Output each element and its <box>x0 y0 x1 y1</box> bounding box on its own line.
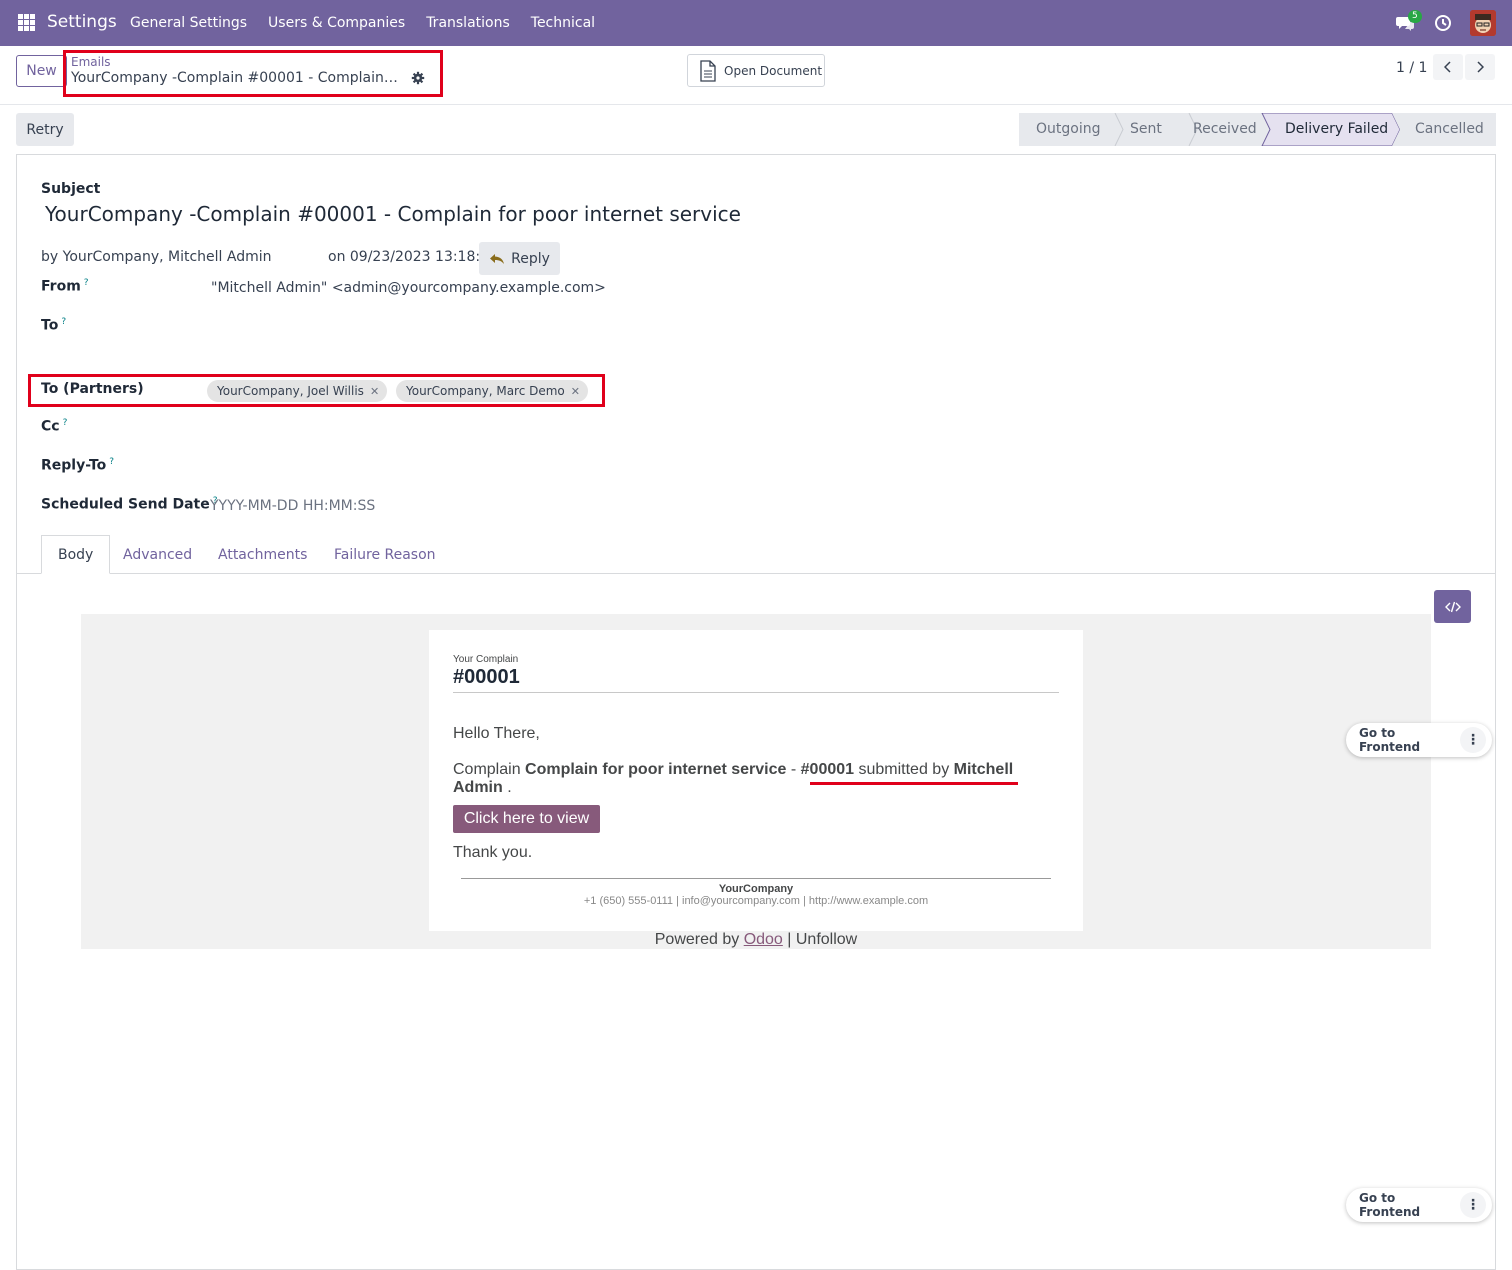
scheduled-date-label: Scheduled Send Date? <box>41 496 218 513</box>
go-to-frontend-label[interactable]: Go to Frontend <box>1346 726 1460 754</box>
chevron-right-icon <box>1477 61 1484 73</box>
email-footer-divider <box>461 878 1051 879</box>
email-divider <box>453 692 1059 693</box>
top-navbar: Settings General Settings Users & Compan… <box>0 0 1512 46</box>
control-panel: New Emails YourCompany -Complain #00001 … <box>0 46 1512 105</box>
email-submitted-by: submitted by <box>854 761 954 778</box>
odoo-link[interactable]: Odoo <box>744 931 783 948</box>
go-to-frontend-pill[interactable]: Go to Frontend ⋮ <box>1346 723 1492 757</box>
reply-button[interactable]: Reply <box>479 242 560 275</box>
subject-label: Subject <box>41 181 101 197</box>
partner-tag[interactable]: YourCompany, Joel Willis ✕ <box>207 380 388 402</box>
stage-sent[interactable]: Sent <box>1130 121 1162 137</box>
open-document-label: Open Document <box>724 63 823 78</box>
email-complain-name: Complain for poor internet service <box>525 761 787 778</box>
go-to-frontend-label[interactable]: Go to Frontend <box>1346 1191 1460 1219</box>
menu-technical[interactable]: Technical <box>531 15 595 31</box>
tab-failure-reason[interactable]: Failure Reason <box>318 535 452 574</box>
help-icon[interactable]: ? <box>109 457 114 467</box>
help-icon[interactable]: ? <box>84 278 89 288</box>
document-icon <box>700 59 716 82</box>
pager-previous-button[interactable] <box>1433 54 1463 80</box>
more-options-icon[interactable]: ⋮ <box>1460 1192 1486 1218</box>
go-to-frontend-pill[interactable]: Go to Frontend ⋮ <box>1346 1188 1492 1222</box>
scheduled-date-label-text: Scheduled Send Date <box>41 496 210 513</box>
apps-grid-icon[interactable] <box>18 14 35 31</box>
from-label: From? <box>41 278 89 295</box>
email-footer-company: YourCompany <box>718 883 794 895</box>
email-message: Complain Complain for poor internet serv… <box>453 761 1043 797</box>
user-avatar[interactable] <box>1470 10 1496 36</box>
gear-icon[interactable] <box>411 71 425 85</box>
partner-tag-label: YourCompany, Marc Demo <box>406 384 565 398</box>
author-line: by YourCompany, Mitchell Admin <box>41 249 272 265</box>
menu-users-companies[interactable]: Users & Companies <box>268 15 405 31</box>
help-icon[interactable]: ? <box>61 317 66 327</box>
tab-advanced[interactable]: Advanced <box>107 535 208 574</box>
powered-by-line: Powered by Odoo | Unfollow <box>81 931 1431 949</box>
reply-to-label-text: Reply-To <box>41 457 107 474</box>
reply-label: Reply <box>511 250 550 267</box>
email-dash: - <box>786 761 801 778</box>
email-prefix: Complain <box>453 761 526 778</box>
retry-button[interactable]: Retry <box>16 113 74 146</box>
cc-label-text: Cc <box>41 418 60 435</box>
email-footer-contact: +1 (650) 555-0111 | info@yourcompany.com… <box>583 895 929 907</box>
click-here-to-view-button[interactable]: Click here to view <box>453 805 600 833</box>
new-button[interactable]: New <box>16 55 67 87</box>
menu-general-settings[interactable]: General Settings <box>130 15 247 31</box>
date-line: on 09/23/2023 13:18:45 <box>328 249 498 265</box>
tab-body[interactable]: Body <box>41 535 111 574</box>
chat-count-badge: 5 <box>1408 10 1422 23</box>
to-label: To? <box>41 317 66 334</box>
main-menu: General Settings Users & Companies Trans… <box>130 15 595 31</box>
red-underline-annotation <box>810 782 1018 785</box>
more-options-icon[interactable]: ⋮ <box>1460 727 1486 753</box>
reply-to-label: Reply-To? <box>41 457 114 474</box>
from-label-text: From <box>41 278 81 295</box>
pager-next-button[interactable] <box>1465 54 1495 80</box>
email-small-title: Your Complain <box>453 654 519 665</box>
scheduled-date-input[interactable]: YYYY-MM-DD HH:MM:SS <box>210 498 375 514</box>
code-icon <box>1444 601 1461 612</box>
open-document-button[interactable]: Open Document <box>687 54 825 87</box>
email-reference: #00001 <box>453 666 520 688</box>
stage-received[interactable]: Received <box>1193 121 1257 137</box>
powered-prefix: Powered by <box>654 931 744 948</box>
chevron-left-icon <box>1444 61 1451 73</box>
pager-value[interactable]: 1 / 1 <box>1396 60 1427 76</box>
email-suffix: . <box>502 779 512 796</box>
email-card: Your Complain #00001 Hello There, Compla… <box>429 630 1083 931</box>
tab-attachments[interactable]: Attachments <box>202 535 323 574</box>
stage-delivery-failed[interactable]: Delivery Failed <box>1285 121 1388 137</box>
reply-icon <box>490 253 505 264</box>
unfollow-link[interactable]: | Unfollow <box>783 931 857 948</box>
menu-translations[interactable]: Translations <box>426 15 510 31</box>
breadcrumb-parent[interactable]: Emails <box>71 55 111 69</box>
help-icon[interactable]: ? <box>63 418 68 428</box>
remove-tag-icon[interactable]: ✕ <box>370 385 379 398</box>
from-value[interactable]: "Mitchell Admin" <admin@yourcompany.exam… <box>211 280 606 296</box>
chat-icon[interactable]: 5 <box>1396 10 1422 33</box>
subject-value[interactable]: YourCompany -Complain #00001 - Complain … <box>45 202 741 226</box>
code-view-button[interactable] <box>1434 590 1471 623</box>
stage-cancelled[interactable]: Cancelled <box>1415 121 1484 137</box>
email-greeting: Hello There, <box>453 725 540 742</box>
remove-tag-icon[interactable]: ✕ <box>571 385 580 398</box>
partner-tag-label: YourCompany, Joel Willis <box>217 384 364 398</box>
email-reference-inline: #00001 <box>800 761 855 778</box>
partner-tag[interactable]: YourCompany, Marc Demo ✕ <box>396 380 588 402</box>
activity-clock-icon[interactable] <box>1434 14 1452 32</box>
to-label-text: To <box>41 317 59 334</box>
stage-outgoing[interactable]: Outgoing <box>1036 121 1100 137</box>
systray: 5 <box>1396 10 1496 36</box>
app-brand[interactable]: Settings <box>47 12 117 32</box>
email-thanks: Thank you. <box>453 844 533 861</box>
to-partners-label: To (Partners) <box>41 381 144 397</box>
breadcrumb-current: YourCompany -Complain #00001 - Complain … <box>71 70 401 86</box>
cc-label: Cc? <box>41 418 67 435</box>
